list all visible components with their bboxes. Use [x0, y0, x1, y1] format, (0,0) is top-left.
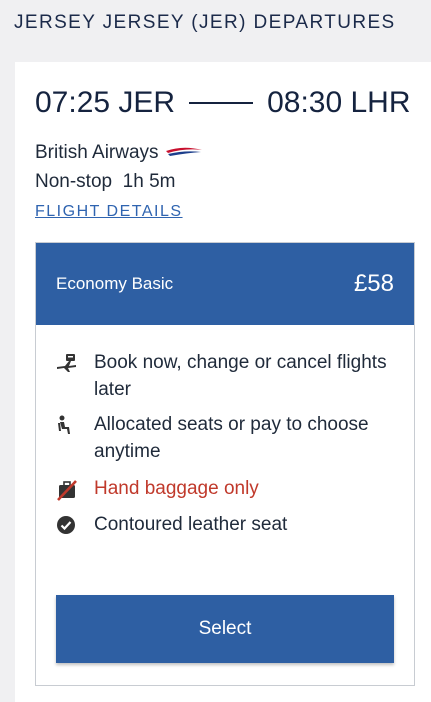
fare-name: Economy Basic — [56, 274, 174, 293]
fare-header: Economy Basic £58 — [36, 243, 414, 325]
fare-feature-text: Hand baggage only — [94, 478, 259, 499]
flight-times: 07:25 JER 08:30 LHR — [35, 86, 415, 120]
fare-feature-leather-seat: Contoured leather seat — [56, 511, 396, 538]
fare-feature-seats: Allocated seats or pay to choose anytime — [56, 411, 396, 465]
airline-row: British Airways — [35, 141, 203, 165]
duration-label: 1h 5m — [122, 171, 176, 192]
flight-card: 07:25 JER 08:30 LHR British Airways Non-… — [15, 62, 431, 702]
fare-price: £58 — [353, 270, 394, 297]
page-title: JERSEY JERSEY (JER) DEPARTURES — [14, 12, 396, 33]
fare-feature-flexibility: Book now, change or cancel flights later — [56, 349, 396, 403]
check-circle-icon — [56, 511, 94, 535]
stops-label: Non-stop — [35, 171, 113, 192]
fare-option-economy-basic: Economy Basic £58 Book now, change or ca… — [35, 242, 415, 686]
airline-name: British Airways — [35, 142, 159, 163]
no-baggage-icon — [56, 475, 94, 501]
fare-feature-baggage: Hand baggage only — [56, 475, 396, 502]
seat-icon — [56, 411, 94, 435]
duration-row: Non-stop 1h 5m — [35, 171, 175, 193]
select-button[interactable]: Select — [56, 595, 394, 663]
british-airways-logo-icon — [165, 143, 203, 165]
flight-details-link[interactable]: FLIGHT DETAILS — [35, 203, 183, 221]
departure-time: 07:25 JER — [35, 86, 176, 119]
flight-change-icon — [56, 349, 94, 373]
fare-feature-text: Contoured leather seat — [94, 514, 288, 535]
fare-feature-text: Book now, change or cancel flights later — [94, 352, 387, 400]
fare-feature-text: Allocated seats or pay to choose anytime — [94, 414, 369, 462]
route-line — [189, 102, 254, 104]
arrival-time: 08:30 LHR — [267, 86, 411, 119]
